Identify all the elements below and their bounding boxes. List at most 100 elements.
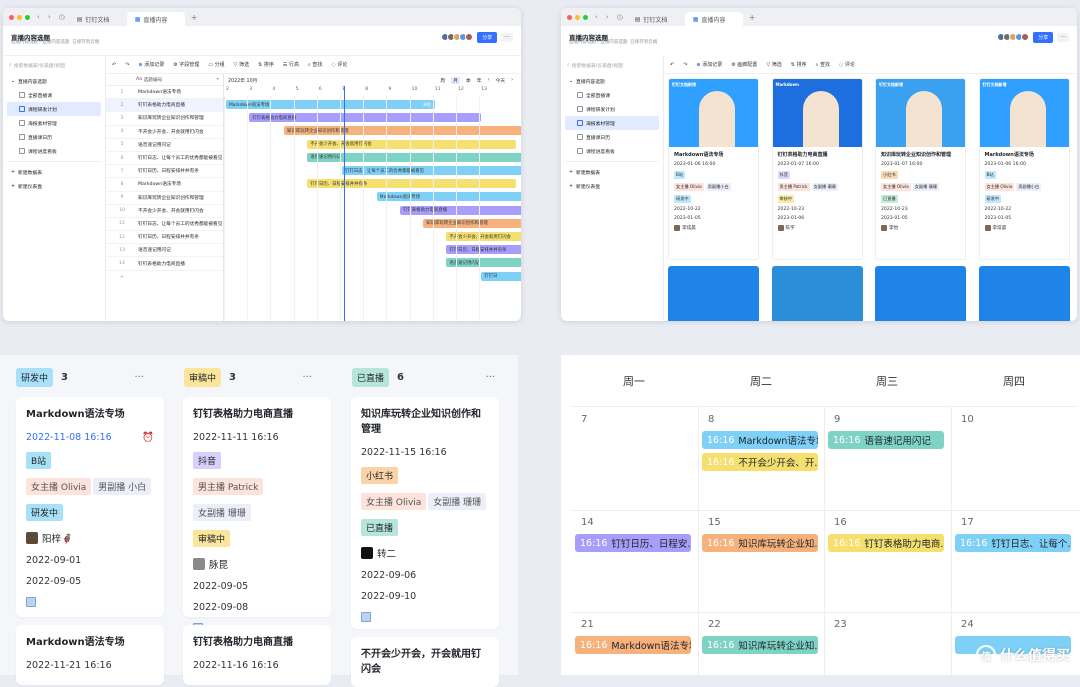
new-tab-button[interactable]: + bbox=[749, 13, 756, 22]
collaborator-avatars[interactable] bbox=[441, 33, 474, 41]
gantt-timeline[interactable]: 2022年 10月 周 月 季 年 ‹ 今天 › 234567891011121… bbox=[224, 74, 521, 321]
collapse-icon[interactable]: « bbox=[216, 77, 219, 82]
poster-image[interactable] bbox=[771, 266, 863, 321]
tab-live-content[interactable]: ▦ 直播内容 bbox=[126, 12, 185, 26]
sidebar-search[interactable]: ⌕ 搜索数据表/仪表盘/视图 bbox=[565, 60, 659, 70]
row-height-button[interactable]: ☰ 行高 bbox=[283, 61, 299, 68]
redo-icon[interactable]: ↷ bbox=[125, 62, 129, 68]
gantt-row[interactable]: 13 语音速记用闪记 bbox=[106, 244, 223, 258]
add-record-button[interactable]: ⊕ 添加记录 bbox=[138, 61, 164, 68]
gantt-bar[interactable]: 钉钉表格助力电商直播 bbox=[249, 113, 482, 123]
sidebar-item-plan[interactable]: 课程研发计划 bbox=[7, 102, 101, 116]
filter-button[interactable]: ▽ 筛选 bbox=[766, 61, 781, 68]
day-number[interactable]: 24 bbox=[961, 619, 974, 630]
gantt-row[interactable]: 1 Markdown语法专场 bbox=[106, 86, 223, 100]
gantt-bar[interactable]: 语音速记用闪记 bbox=[446, 258, 521, 268]
day-number[interactable]: 9 bbox=[834, 414, 840, 425]
gantt-row[interactable]: 3 知识库玩转企业知识创作和管理 bbox=[106, 112, 223, 126]
column-more-button[interactable]: ··· bbox=[134, 372, 144, 383]
tab-live-content[interactable]: ▦ 直播内容 bbox=[684, 12, 743, 26]
view-year-button[interactable]: 年 bbox=[477, 77, 482, 84]
kanban-card[interactable]: 钉钉表格助力电商直播 2022-11-16 16:16 bbox=[183, 625, 331, 685]
next-icon[interactable]: › bbox=[511, 78, 513, 83]
kanban-card[interactable]: 不开会少开会，开会就用钉闪会 bbox=[351, 637, 499, 687]
sidebar-search[interactable]: ⌕ 搜索数据表/仪表盘/视图 bbox=[7, 60, 101, 70]
gallery-card[interactable]: 钉钉文档新增 Markdown语法专场 2023-01-06 16:00 B站 女主播 … bbox=[978, 78, 1070, 260]
share-button[interactable]: 分享 bbox=[477, 31, 498, 43]
add-record-button[interactable]: ⊕ 添加记录 bbox=[696, 61, 722, 68]
kanban-card[interactable]: Markdown语法专场 2022-11-08 16:16 ⏰ B站 女主播 Ol… bbox=[16, 397, 164, 617]
minimize-dot[interactable] bbox=[575, 14, 580, 20]
minimize-dot[interactable] bbox=[17, 14, 22, 20]
attachment-icon[interactable] bbox=[361, 612, 371, 622]
poster-image[interactable] bbox=[875, 266, 966, 321]
new-table-button[interactable]: + 新建数据表 bbox=[565, 165, 659, 179]
day-number[interactable]: 21 bbox=[581, 619, 594, 630]
calendar-event[interactable]: 16:16 钉钉日志、让每个... bbox=[955, 534, 1071, 552]
undo-icon[interactable]: ↶ bbox=[112, 62, 116, 68]
sidebar-item-calendar[interactable]: 直播课日历 bbox=[7, 130, 101, 144]
day-number[interactable]: 15 bbox=[708, 517, 721, 528]
day-number[interactable]: 17 bbox=[961, 517, 974, 528]
calendar-event[interactable]: 16:16 钉钉表格助力电商... bbox=[828, 534, 944, 552]
clock-icon[interactable]: ◷ bbox=[59, 13, 65, 21]
day-number[interactable]: 14 bbox=[581, 517, 594, 528]
close-dot[interactable] bbox=[567, 14, 572, 20]
gantt-row[interactable]: 9 知识库玩转企业知识创作和管理 bbox=[106, 192, 223, 205]
view-quarter-button[interactable]: 季 bbox=[466, 77, 471, 84]
gantt-bar[interactable]: 钉钉日 bbox=[481, 271, 521, 281]
calendar-event[interactable]: 16:16 Markdown语法专场 bbox=[575, 636, 691, 654]
sidebar-item-all[interactable]: 全部直播课 bbox=[565, 88, 659, 102]
gantt-bar[interactable]: Markdown语法专场 B站 bbox=[226, 100, 435, 109]
day-number[interactable]: 8 bbox=[708, 414, 714, 425]
new-dashboard-button[interactable]: + 新建仪表盘 bbox=[7, 179, 101, 193]
more-button[interactable]: ··· bbox=[1057, 32, 1069, 42]
kanban-card[interactable]: 知识库玩转企业知识创作和管理 2022-11-15 16:16 小红书 女主播 … bbox=[351, 397, 499, 629]
tab-docs[interactable]: ▤ 钉钉文档 bbox=[627, 12, 685, 26]
kanban-card[interactable]: Markdown语法专场 2022-11-21 16:16 bbox=[16, 625, 164, 685]
calendar-event[interactable]: 16:16 不开会少开会、开... bbox=[702, 453, 818, 471]
prev-icon[interactable]: ‹ bbox=[488, 78, 490, 83]
calendar-event[interactable]: 16:16 语音速记用闪记 bbox=[828, 431, 944, 449]
find-button[interactable]: ⌕ 查找 bbox=[816, 61, 830, 68]
sidebar-item-calendar[interactable]: 直播课日历 bbox=[565, 130, 659, 144]
gantt-bar[interactable]: 钉钉表格助力电商直播 bbox=[400, 205, 521, 215]
gantt-row[interactable]: 6 钉钉日志、让每个员工的优秀都能被看见 bbox=[106, 152, 223, 166]
new-tab-button[interactable]: + bbox=[191, 13, 198, 22]
tab-docs[interactable]: ▤ 钉钉文档 bbox=[69, 12, 127, 26]
sidebar-item-plan[interactable]: 课程研发计划 bbox=[565, 102, 659, 116]
sidebar-group[interactable]: ⌄ 直播内容选题 bbox=[7, 74, 101, 88]
share-button[interactable]: 分享 bbox=[1033, 31, 1054, 43]
view-month-button[interactable]: 月 bbox=[451, 76, 460, 84]
gantt-bar[interactable]: Markdown语法专场 bbox=[376, 192, 521, 202]
gantt-row[interactable]: 2 钉钉表格助力电商直播 bbox=[106, 99, 223, 113]
redo-icon[interactable]: ↷ bbox=[683, 62, 687, 68]
kanban-card[interactable]: 钉钉表格助力电商直播 2022-11-11 16:16 抖音 男主播 Patri… bbox=[183, 397, 331, 633]
gallery-card[interactable]: 钉钉文档新增 知识库玩转企业知识创作和管理 2023-01-07 16:00 小红书女… bbox=[875, 78, 966, 260]
poster-image[interactable] bbox=[668, 266, 759, 321]
calendar-event[interactable]: 16:16 Markdown语法专场 bbox=[702, 431, 818, 449]
sidebar-item-kanban[interactable]: 课程进度看板 bbox=[565, 144, 659, 158]
forward-icon[interactable]: › bbox=[48, 13, 51, 21]
day-number[interactable]: 7 bbox=[581, 414, 587, 425]
sidebar-item-poster[interactable]: 海报素材管理 bbox=[565, 116, 659, 130]
comment-button[interactable]: ◌ 评论 bbox=[839, 61, 855, 68]
filter-button[interactable]: ▽ 筛选 bbox=[234, 61, 249, 68]
day-number[interactable]: 22 bbox=[708, 619, 721, 630]
new-dashboard-button[interactable]: + 新建仪表盘 bbox=[565, 179, 659, 193]
gantt-row[interactable]: 10 不开会少开会、开会就用钉闪会 bbox=[106, 205, 223, 218]
gantt-row[interactable]: 4 不开会少开会、开会就用钉闪会 bbox=[106, 126, 223, 139]
gantt-row[interactable]: 14 钉钉表格助力电商直播 bbox=[106, 257, 223, 271]
breadcrumb-path[interactable]: 直播内容选题 / 直播内容选题 bbox=[569, 40, 627, 45]
gantt-row[interactable]: 7 钉钉日历、日程安排井井有条 bbox=[106, 165, 223, 179]
gantt-row[interactable]: 5 语音速记用闪记 bbox=[106, 139, 223, 152]
close-dot[interactable] bbox=[9, 14, 14, 20]
sort-button[interactable]: ⇅ 排序 bbox=[258, 61, 274, 68]
gantt-bar[interactable]: 钉钉日志、让每个员工的优秀都能被看见 bbox=[342, 166, 521, 175]
gantt-bar[interactable]: 不开会少开会、开会就用钉闪会 bbox=[446, 232, 521, 241]
gantt-bar[interactable]: 知识库玩转企业知识创作和管理 bbox=[423, 218, 521, 228]
calendar-event[interactable]: 16:16 知识库玩转企业知... bbox=[702, 534, 818, 552]
calendar-event[interactable]: 16:16 钉钉日历、日程安... bbox=[575, 534, 691, 552]
sidebar-item-all[interactable]: 全部直播课 bbox=[7, 88, 101, 102]
gantt-bar[interactable]: 钉钉日历、日程安排井井有条 bbox=[307, 179, 516, 189]
